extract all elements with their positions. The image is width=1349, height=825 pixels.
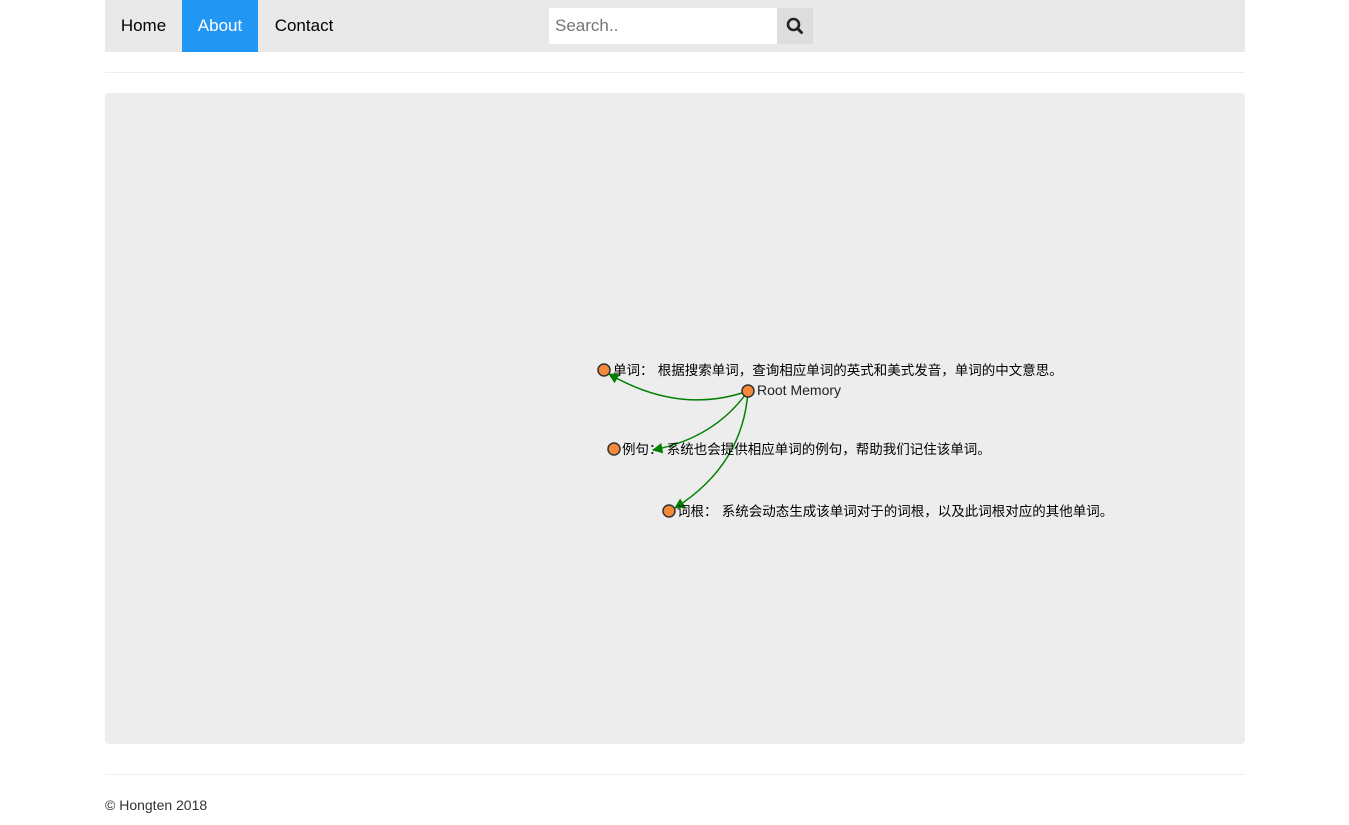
bottom-divider <box>105 774 1245 775</box>
graph-node-example[interactable]: 例句： 系统也会提供相应单词的例句，帮助我们记住该单词。 <box>607 441 991 458</box>
graph-node-word-label: 单词： 根据搜索单词，查询相应单词的英式和美式发音，单词的中文意思。 <box>613 362 1063 379</box>
search-icon <box>786 17 803 34</box>
search-input[interactable] <box>549 8 777 44</box>
nav-about-link[interactable]: About <box>182 0 258 52</box>
graph-node-root-word[interactable]: 词根： 系统会动态生成该单词对于的词根，以及此词根对应的其他单词。 <box>662 503 1113 520</box>
graph-node-root-word-label: 词根： 系统会动态生成该单词对于的词根，以及此词根对应的其他单词。 <box>677 503 1113 520</box>
graph-node-word[interactable]: 单词： 根据搜索单词，查询相应单词的英式和美式发音，单词的中文意思。 <box>597 362 1063 379</box>
memory-graph-panel[interactable]: Root Memory 单词： 根据搜索单词，查询相应单词的英式和美式发音，单词… <box>105 93 1245 744</box>
top-divider <box>105 72 1245 73</box>
graph-node-example-label: 例句： 系统也会提供相应单词的例句，帮助我们记住该单词。 <box>622 441 991 458</box>
graph-node-root-label: Root Memory <box>757 382 841 398</box>
graph-node-root[interactable]: Root Memory <box>741 382 841 398</box>
nav-contact-link[interactable]: Contact <box>258 0 350 52</box>
footer-copyright: © Hongten 2018 <box>105 797 208 813</box>
top-navbar: Home About Contact <box>105 0 1245 52</box>
search-button[interactable] <box>777 8 813 44</box>
nav-home-link[interactable]: Home <box>105 0 182 52</box>
memory-graph[interactable]: Root Memory 单词： 根据搜索单词，查询相应单词的英式和美式发音，单词… <box>105 93 1245 744</box>
